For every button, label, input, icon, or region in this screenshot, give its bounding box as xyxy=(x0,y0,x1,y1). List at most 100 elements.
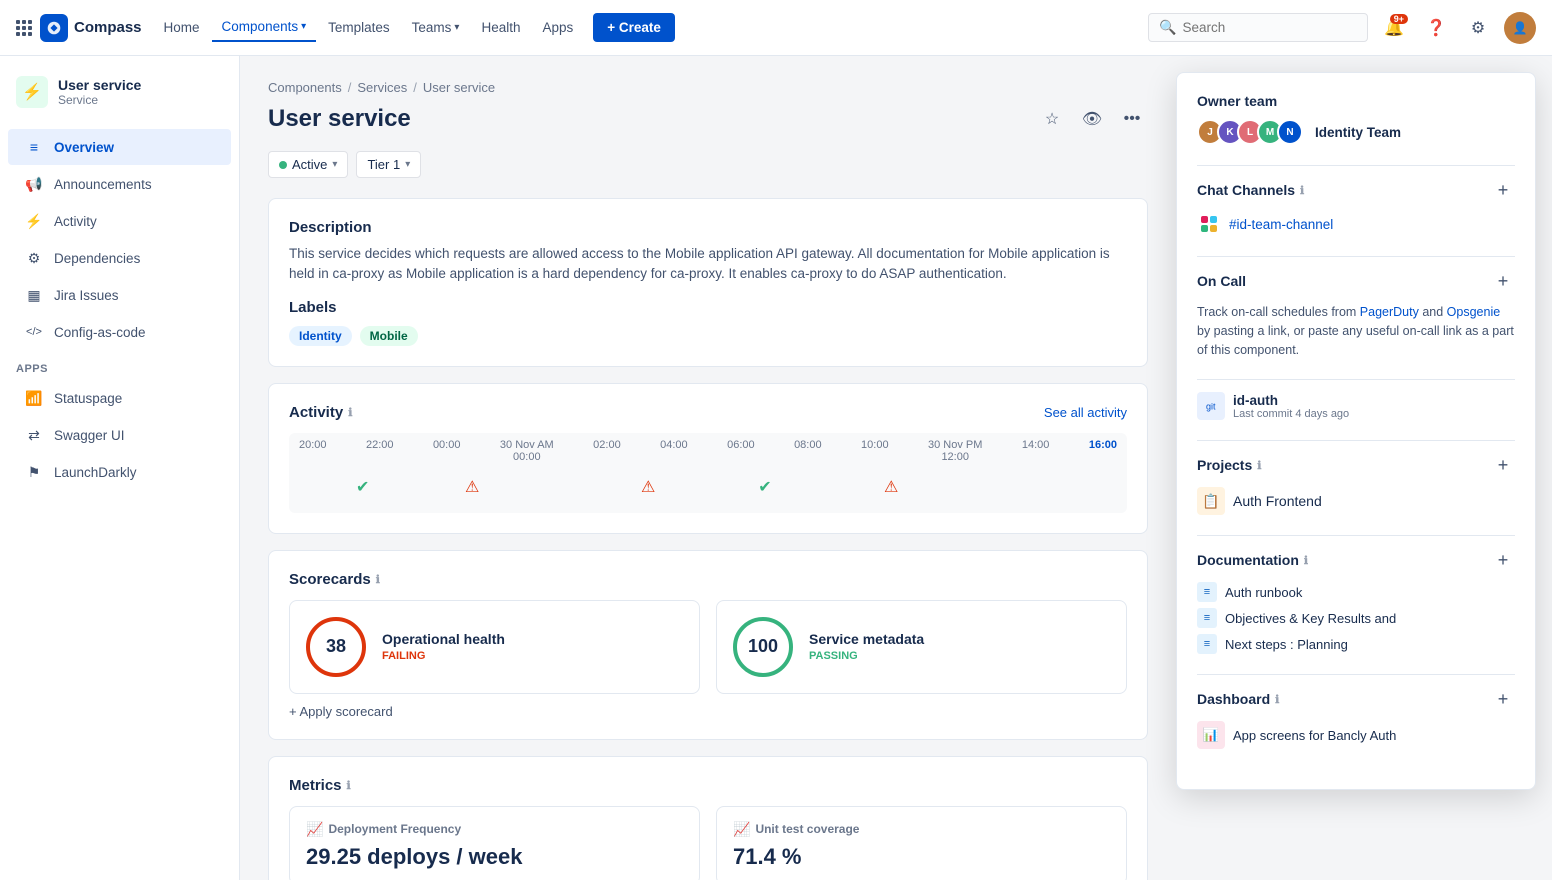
config-icon: </> xyxy=(24,322,44,342)
see-all-activity-link[interactable]: See all activity xyxy=(1044,405,1127,420)
event-1[interactable]: ✔ xyxy=(356,477,369,497)
user-avatar[interactable]: 👤 xyxy=(1504,12,1536,44)
tier-badge[interactable]: Tier 1 ▾ xyxy=(356,151,421,178)
search-box[interactable]: 🔍 xyxy=(1148,13,1368,42)
documentation-info-icon[interactable]: ℹ xyxy=(1304,554,1308,567)
right-panel: Owner team J K L M N Identity Team Chat … xyxy=(1176,72,1536,790)
nav-components[interactable]: Components ▾ xyxy=(212,13,317,42)
label-identity[interactable]: Identity xyxy=(289,326,352,346)
apply-scorecard-button[interactable]: + Apply scorecard xyxy=(289,704,1127,719)
nav-links: Home Components ▾ Templates Teams ▾ Heal… xyxy=(154,13,675,42)
sidebar-item-announcements[interactable]: 📢 Announcements xyxy=(8,166,231,202)
event-4[interactable]: ✔ xyxy=(758,477,771,497)
chat-info-icon[interactable]: ℹ xyxy=(1300,184,1304,197)
project-icon: 📋 xyxy=(1197,487,1225,515)
chat-channels-section: Chat Channels ℹ + #id-team-channel xyxy=(1197,178,1515,236)
sidebar-item-dependencies[interactable]: ⚙ Dependencies xyxy=(8,240,231,276)
nav-apps[interactable]: Apps xyxy=(532,14,583,41)
dashboard-info-icon[interactable]: ℹ xyxy=(1275,693,1279,706)
activity-info-icon[interactable]: ℹ xyxy=(348,406,352,419)
dashboard-name[interactable]: App screens for Bancly Auth xyxy=(1233,728,1396,743)
help-button[interactable]: ❓ xyxy=(1420,12,1452,44)
watch-button[interactable]: 👁 xyxy=(1076,103,1108,135)
add-on-call-button[interactable]: + xyxy=(1491,269,1515,293)
nav-health[interactable]: Health xyxy=(471,14,530,41)
project-name[interactable]: Auth Frontend xyxy=(1233,493,1322,509)
projects-info-icon[interactable]: ℹ xyxy=(1257,459,1261,472)
notifications-button[interactable]: 🔔 9+ xyxy=(1378,12,1410,44)
identity-team-name[interactable]: Identity Team xyxy=(1315,125,1401,140)
add-chat-channel-button[interactable]: + xyxy=(1491,178,1515,202)
sidebar-item-statuspage[interactable]: 📶 Statuspage xyxy=(8,380,231,416)
settings-button[interactable]: ⚙ xyxy=(1462,12,1494,44)
nav-teams[interactable]: Teams ▾ xyxy=(402,14,470,41)
event-5[interactable]: ⚠ xyxy=(884,477,898,497)
repo-icon: git xyxy=(1197,392,1225,420)
breadcrumb-services[interactable]: Services xyxy=(357,80,407,95)
owner-team-title: Owner team xyxy=(1197,93,1277,109)
search-input[interactable] xyxy=(1182,20,1332,35)
nav-templates[interactable]: Templates xyxy=(318,14,400,41)
divider-2 xyxy=(1197,256,1515,257)
channel-name[interactable]: #id-team-channel xyxy=(1229,217,1333,232)
dashboard-row[interactable]: 📊 App screens for Bancly Auth xyxy=(1197,721,1515,749)
label-mobile[interactable]: Mobile xyxy=(360,326,418,346)
sidebar-item-overview[interactable]: ≡ Overview xyxy=(8,129,231,165)
app-grid-icon[interactable] xyxy=(16,20,32,36)
page-header: User service ☆ 👁 ••• xyxy=(268,103,1148,135)
announcements-icon: 📢 xyxy=(24,174,44,194)
sidebar-item-launchdarkly[interactable]: ⚑ LaunchDarkly xyxy=(8,454,231,490)
create-button[interactable]: + Create xyxy=(593,13,675,42)
sidebar-item-config-as-code[interactable]: </> Config-as-code xyxy=(8,314,231,350)
scorecard-service-metadata[interactable]: 100 Service metadata PASSING xyxy=(716,600,1127,694)
activity-title: Activity ℹ xyxy=(289,404,352,421)
add-dashboard-button[interactable]: + xyxy=(1491,687,1515,711)
status-label: Active xyxy=(292,157,327,172)
doc-name-1[interactable]: Auth runbook xyxy=(1225,585,1302,600)
sidebar-label-announcements: Announcements xyxy=(54,177,152,192)
sidebar-item-swagger-ui[interactable]: ⇄ Swagger UI xyxy=(8,417,231,453)
sidebar-service-type: Service xyxy=(58,93,141,107)
score-circle-100: 100 xyxy=(733,617,793,677)
app-body: ⚡ User service Service ≡ Overview 📢 Anno… xyxy=(0,56,1552,880)
chat-channels-title: Chat Channels ℹ xyxy=(1197,182,1304,198)
project-row[interactable]: 📋 Auth Frontend xyxy=(1197,487,1515,515)
status-badge-active[interactable]: Active ▾ xyxy=(268,151,348,178)
doc-name-3[interactable]: Next steps : Planning xyxy=(1225,637,1348,652)
event-2[interactable]: ⚠ xyxy=(465,477,479,497)
scorecard-operational-health[interactable]: 38 Operational health FAILING xyxy=(289,600,700,694)
metric-value-deployment: 29.25 deploys / week xyxy=(306,844,683,870)
description-section: Description This service decides which r… xyxy=(268,198,1148,367)
repo-row[interactable]: git id-auth Last commit 4 days ago xyxy=(1197,392,1515,420)
sidebar-label-overview: Overview xyxy=(54,140,114,155)
add-project-button[interactable]: + xyxy=(1491,453,1515,477)
doc-name-2[interactable]: Objectives & Key Results and xyxy=(1225,611,1396,626)
metric-deployment-frequency[interactable]: 📈 Deployment Frequency 29.25 deploys / w… xyxy=(289,806,700,880)
breadcrumb-components[interactable]: Components xyxy=(268,80,342,95)
sidebar-item-activity[interactable]: ⚡ Activity xyxy=(8,203,231,239)
scorecards-title: Scorecards ℹ xyxy=(289,571,1127,588)
opsgenie-link[interactable]: Opsgenie xyxy=(1447,305,1501,319)
sidebar-label-jira-issues: Jira Issues xyxy=(54,288,119,303)
breadcrumb: Components / Services / User service xyxy=(268,80,1148,95)
scorecards-info-icon[interactable]: ℹ xyxy=(376,573,380,586)
star-button[interactable]: ☆ xyxy=(1036,103,1068,135)
owner-team-section: Owner team J K L M N Identity Team xyxy=(1197,93,1515,145)
doc-row-1[interactable]: ≡ Auth runbook xyxy=(1197,582,1515,602)
add-documentation-button[interactable]: + xyxy=(1491,548,1515,572)
documentation-section: Documentation ℹ + ≡ Auth runbook ≡ Objec… xyxy=(1197,548,1515,654)
sidebar: ⚡ User service Service ≡ Overview 📢 Anno… xyxy=(0,56,240,880)
more-actions-button[interactable]: ••• xyxy=(1116,103,1148,135)
sidebar-item-jira-issues[interactable]: ▦ Jira Issues xyxy=(8,277,231,313)
event-3[interactable]: ⚠ xyxy=(641,477,655,497)
repo-name[interactable]: id-auth xyxy=(1233,393,1349,408)
notification-badge: 9+ xyxy=(1390,14,1408,24)
pagerduty-link[interactable]: PagerDuty xyxy=(1360,305,1419,319)
logo[interactable]: Compass xyxy=(40,14,142,42)
doc-row-3[interactable]: ≡ Next steps : Planning xyxy=(1197,634,1515,654)
metric-unit-test-coverage[interactable]: 📈 Unit test coverage 71.4 % xyxy=(716,806,1127,880)
doc-row-2[interactable]: ≡ Objectives & Key Results and xyxy=(1197,608,1515,628)
nav-home[interactable]: Home xyxy=(154,14,210,41)
divider-6 xyxy=(1197,674,1515,675)
metrics-info-icon[interactable]: ℹ xyxy=(347,779,351,792)
